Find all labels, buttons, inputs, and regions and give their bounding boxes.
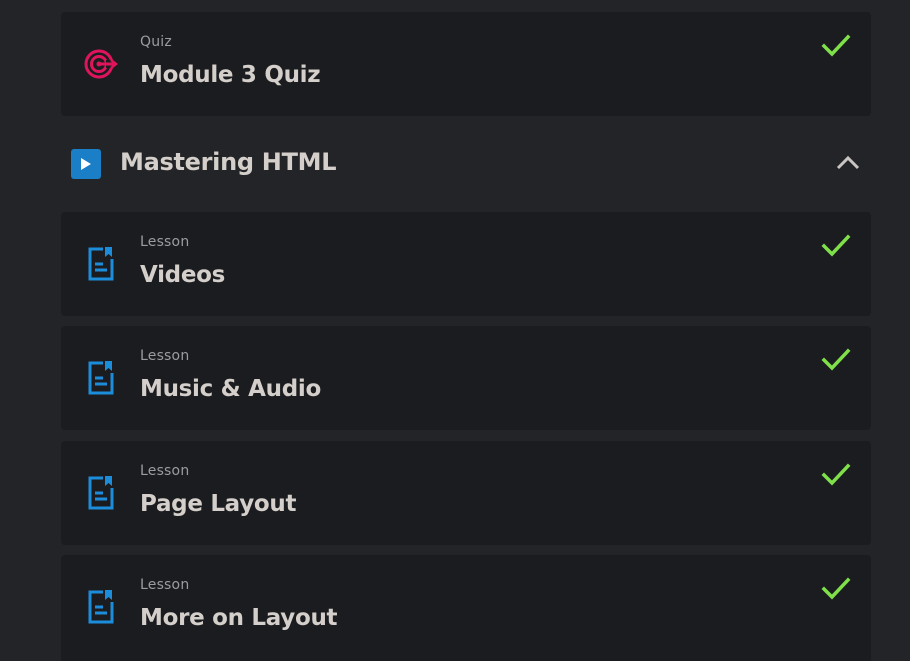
item-title: Module 3 Quiz bbox=[140, 62, 321, 88]
document-icon bbox=[83, 360, 119, 396]
target-icon bbox=[83, 46, 119, 82]
lesson-item[interactable]: Lesson Page Layout bbox=[61, 441, 871, 545]
check-icon bbox=[821, 577, 851, 600]
lesson-item[interactable]: Lesson More on Layout bbox=[61, 555, 871, 661]
document-icon bbox=[83, 589, 119, 625]
item-title: Music & Audio bbox=[140, 376, 321, 402]
item-title: Videos bbox=[140, 262, 226, 288]
item-type-label: Quiz bbox=[140, 34, 172, 50]
item-title: More on Layout bbox=[140, 605, 338, 631]
document-icon bbox=[83, 475, 119, 511]
lesson-item[interactable]: Lesson Music & Audio bbox=[61, 326, 871, 430]
check-icon bbox=[821, 34, 851, 57]
section-title: Mastering HTML bbox=[120, 148, 337, 176]
quiz-item[interactable]: Quiz Module 3 Quiz bbox=[61, 12, 871, 116]
item-type-label: Lesson bbox=[140, 348, 190, 364]
check-icon bbox=[821, 348, 851, 371]
check-icon bbox=[821, 463, 851, 486]
course-outline: Quiz Module 3 Quiz Mastering HTML Lesson bbox=[0, 0, 910, 661]
item-type-label: Lesson bbox=[140, 234, 190, 250]
item-type-label: Lesson bbox=[140, 577, 190, 593]
chevron-up-icon[interactable] bbox=[833, 152, 863, 174]
item-title: Page Layout bbox=[140, 491, 297, 517]
document-icon bbox=[83, 246, 119, 282]
section-header[interactable]: Mastering HTML bbox=[61, 131, 871, 195]
item-type-label: Lesson bbox=[140, 463, 190, 479]
lesson-item[interactable]: Lesson Videos bbox=[61, 212, 871, 316]
play-icon bbox=[71, 149, 101, 179]
check-icon bbox=[821, 234, 851, 257]
